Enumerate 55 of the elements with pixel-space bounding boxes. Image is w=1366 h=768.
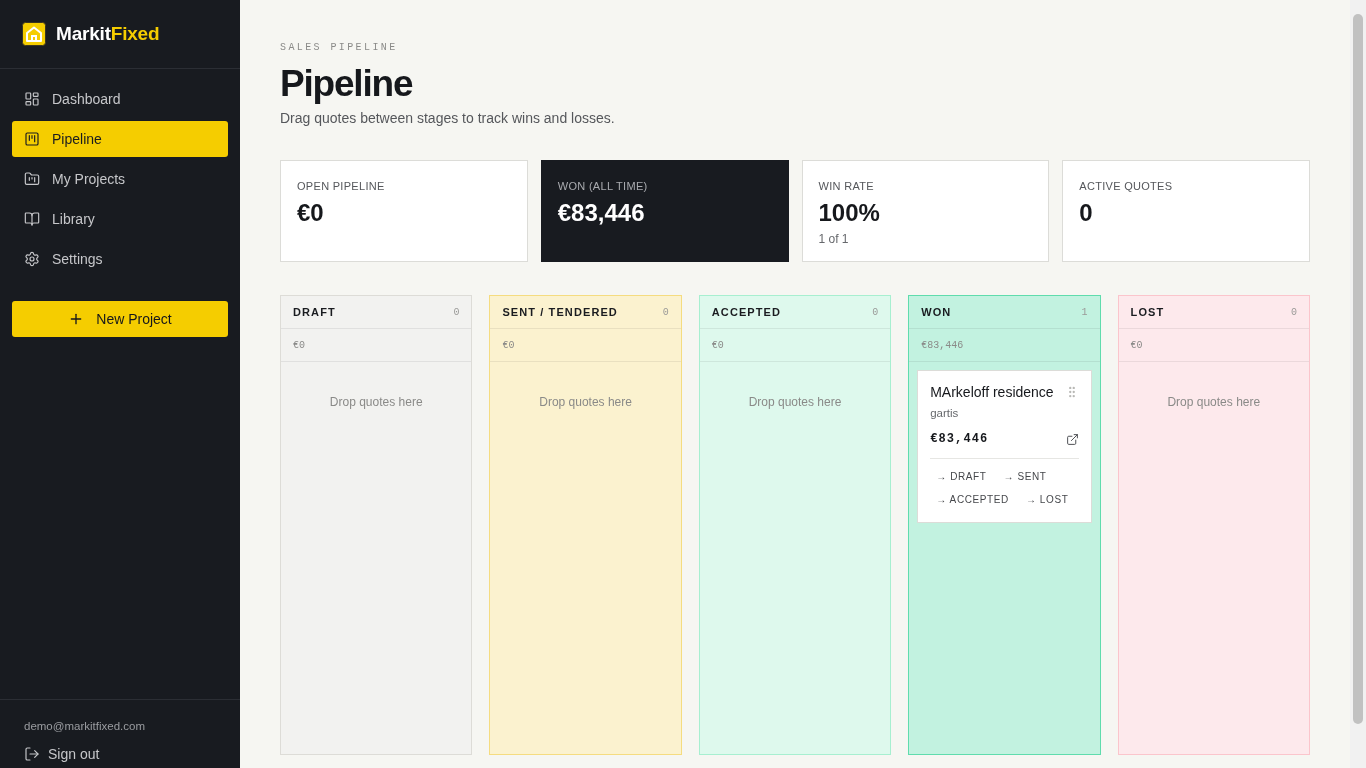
drop-hint: Drop quotes here (1167, 394, 1261, 410)
stage-total: €0 (293, 339, 305, 351)
quote-amount: €83,446 (930, 431, 989, 448)
stat-value: €0 (297, 199, 324, 227)
stage-count: 0 (872, 306, 879, 318)
stage-count: 1 (1081, 306, 1088, 318)
grid-icon (24, 91, 40, 107)
settings-icon (24, 251, 40, 267)
stat-note: 1 of 1 (818, 232, 849, 246)
brand-name: MarkitFixed (56, 23, 160, 45)
stage-title: LOST (1130, 306, 1165, 318)
section-label: SALES PIPELINE (280, 41, 398, 55)
quote-title: MArkeloff residence (930, 383, 1054, 401)
stat-value: 100% (818, 199, 880, 227)
user-email: demo@markitfixed.com (24, 719, 146, 734)
drop-hint: Drop quotes here (539, 394, 632, 410)
drop-hint: Drop quotes here (748, 394, 842, 410)
stage-count: 0 (662, 306, 669, 318)
stage-title: DRAFT (293, 306, 336, 318)
kanban-board-icon (24, 131, 40, 147)
scrollbar[interactable] (1350, 0, 1366, 768)
stat-value: €83,446 (557, 199, 645, 227)
stat-label: ACTIVE QUOTES (1079, 179, 1173, 193)
house-logo-icon (22, 22, 46, 46)
stage-total: €0 (711, 339, 724, 351)
move-stage-button[interactable]: → DRAFT (930, 467, 993, 487)
move-stage-button[interactable]: → ACCEPTED (930, 490, 1015, 510)
stat-value: 0 (1079, 199, 1093, 227)
nav-item[interactable]: Settings (12, 241, 228, 277)
move-stage-button[interactable]: → SENT (997, 467, 1053, 487)
nav-item[interactable]: My Projects (12, 161, 228, 197)
sign-out-button[interactable]: Sign out (24, 744, 100, 764)
book-icon (24, 211, 40, 227)
nav-item[interactable]: Pipeline (12, 121, 228, 157)
stat-label: OPEN PIPELINE (297, 179, 385, 193)
stage-title: WON (921, 306, 952, 318)
stage-title: ACCEPTED (711, 306, 782, 318)
stage-title: SENT / TENDERED (502, 306, 618, 318)
new-project-button[interactable]: New Project (12, 301, 228, 337)
stage-total: €83,446 (921, 339, 964, 351)
drop-hint: Drop quotes here (329, 394, 423, 410)
external-link-icon[interactable] (1065, 432, 1079, 446)
client-name: gartis (930, 406, 959, 420)
page-subtitle: Drag quotes between stages to track wins and losses. (280, 109, 615, 128)
folder-icon (24, 171, 40, 187)
stage-total: €0 (1130, 339, 1143, 351)
stage-total: €0 (502, 339, 515, 351)
nav-item[interactable]: Library (12, 201, 228, 237)
page-title: Pipeline (280, 63, 413, 105)
stage-count: 0 (1290, 306, 1297, 318)
nav-item[interactable]: Dashboard (12, 81, 228, 117)
stat-label: WIN RATE (818, 179, 874, 193)
stat-label: WON (ALL TIME) (557, 179, 648, 193)
stage-count: 0 (453, 306, 460, 318)
move-stage-button[interactable]: → LOST (1019, 490, 1075, 510)
